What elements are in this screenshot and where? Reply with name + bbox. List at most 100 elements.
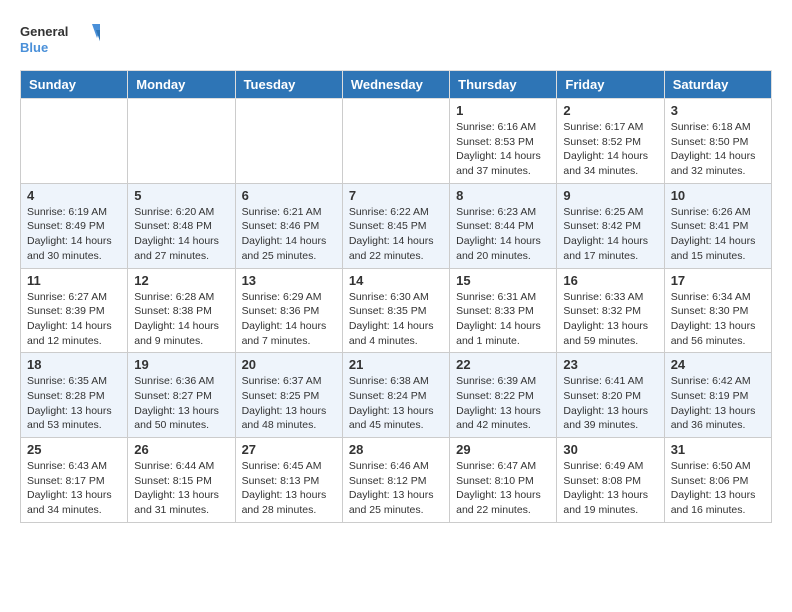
cell-date-number: 24 — [671, 357, 765, 372]
cell-info-text: Sunrise: 6:17 AMSunset: 8:52 PMDaylight:… — [563, 120, 657, 179]
logo-svg: General Blue — [20, 20, 100, 60]
cell-date-number: 27 — [242, 442, 336, 457]
weekday-header-wednesday: Wednesday — [342, 71, 449, 99]
cell-date-number: 10 — [671, 188, 765, 203]
calendar-cell: 19Sunrise: 6:36 AMSunset: 8:27 PMDayligh… — [128, 353, 235, 438]
svg-text:Blue: Blue — [20, 40, 48, 55]
cell-info-text: Sunrise: 6:28 AMSunset: 8:38 PMDaylight:… — [134, 290, 228, 349]
cell-info-text: Sunrise: 6:35 AMSunset: 8:28 PMDaylight:… — [27, 374, 121, 433]
calendar-cell: 17 Sunrise: 6:34 AMSunset: 8:30 PMDayligh… — [664, 268, 771, 353]
cell-info-text: Sunrise: 6:18 AMSunset: 8:50 PMDaylight:… — [671, 120, 765, 179]
cell-date-number: 18 — [27, 357, 121, 372]
calendar-cell: 22 Sunrise: 6:39 AMSunset: 8:22 PMDayligh… — [450, 353, 557, 438]
weekday-header-row: SundayMondayTuesdayWednesdayThursdayFrid… — [21, 71, 772, 99]
cell-info-text: Sunrise: 6:16 AMSunset: 8:53 PMDaylight:… — [456, 120, 550, 179]
weekday-header-friday: Friday — [557, 71, 664, 99]
calendar-week-row: 4 Sunrise: 6:19 AMSunset: 8:49 PMDaylight… — [21, 183, 772, 268]
cell-info-text: Sunrise: 6:19 AMSunset: 8:49 PMDaylight:… — [27, 205, 121, 264]
calendar-cell: 5 Sunrise: 6:20 AMSunset: 8:48 PMDaylight… — [128, 183, 235, 268]
cell-info-text: Sunrise: 6:33 AMSunset: 8:32 PMDaylight:… — [563, 290, 657, 349]
cell-date-number: 22 — [456, 357, 550, 372]
cell-info-text: Sunrise: 6:20 AMSunset: 8:48 PMDaylight:… — [134, 205, 228, 264]
cell-date-number: 5 — [134, 188, 228, 203]
cell-date-number: 8 — [456, 188, 550, 203]
calendar-cell — [21, 99, 128, 184]
cell-info-text: Sunrise: 6:25 AMSunset: 8:42 PMDaylight:… — [563, 205, 657, 264]
calendar-week-row: 25 Sunrise: 6:43 AMSunset: 8:17 PMDayligh… — [21, 438, 772, 523]
calendar-cell: 4 Sunrise: 6:19 AMSunset: 8:49 PMDaylight… — [21, 183, 128, 268]
calendar-week-row: 18 Sunrise: 6:35 AMSunset: 8:28 PMDayligh… — [21, 353, 772, 438]
cell-info-text: Sunrise: 6:50 AMSunset: 8:06 PMDaylight:… — [671, 459, 765, 518]
cell-date-number: 21 — [349, 357, 443, 372]
cell-info-text: Sunrise: 6:37 AMSunset: 8:25 PMDaylight:… — [242, 374, 336, 433]
cell-info-text: Sunrise: 6:26 AMSunset: 8:41 PMDaylight:… — [671, 205, 765, 264]
cell-info-text: Sunrise: 6:44 AMSunset: 8:15 PMDaylight:… — [134, 459, 228, 518]
cell-date-number: 9 — [563, 188, 657, 203]
calendar-cell: 26 Sunrise: 6:44 AMSunset: 8:15 PMDayligh… — [128, 438, 235, 523]
calendar-cell: 8 Sunrise: 6:23 AMSunset: 8:44 PMDaylight… — [450, 183, 557, 268]
weekday-header-tuesday: Tuesday — [235, 71, 342, 99]
cell-date-number: 23 — [563, 357, 657, 372]
cell-date-number: 29 — [456, 442, 550, 457]
cell-date-number: 12 — [134, 273, 228, 288]
calendar-cell: 29 Sunrise: 6:47 AMSunset: 8:10 PMDayligh… — [450, 438, 557, 523]
cell-date-number: 25 — [27, 442, 121, 457]
cell-info-text: Sunrise: 6:39 AMSunset: 8:22 PMDaylight:… — [456, 374, 550, 433]
cell-info-text: Sunrise: 6:46 AMSunset: 8:12 PMDaylight:… — [349, 459, 443, 518]
calendar-cell: 30 Sunrise: 6:49 AMSunset: 8:08 PMDayligh… — [557, 438, 664, 523]
cell-date-number: 11 — [27, 273, 121, 288]
calendar-cell: 9 Sunrise: 6:25 AMSunset: 8:42 PMDaylight… — [557, 183, 664, 268]
cell-info-text: Sunrise: 6:42 AMSunset: 8:19 PMDaylight:… — [671, 374, 765, 433]
cell-info-text: Sunrise: 6:23 AMSunset: 8:44 PMDaylight:… — [456, 205, 550, 264]
cell-date-number: 28 — [349, 442, 443, 457]
svg-text:General: General — [20, 24, 68, 39]
cell-info-text: Sunrise: 6:49 AMSunset: 8:08 PMDaylight:… — [563, 459, 657, 518]
page-header: General Blue — [20, 20, 772, 60]
cell-info-text: Sunrise: 6:30 AMSunset: 8:35 PMDaylight:… — [349, 290, 443, 349]
calendar-cell: 15 Sunrise: 6:31 AMSunset: 8:33 PMDayligh… — [450, 268, 557, 353]
calendar-cell: 7 Sunrise: 6:22 AMSunset: 8:45 PMDaylight… — [342, 183, 449, 268]
cell-date-number: 2 — [563, 103, 657, 118]
cell-info-text: Sunrise: 6:47 AMSunset: 8:10 PMDaylight:… — [456, 459, 550, 518]
logo: General Blue — [20, 20, 100, 60]
calendar-cell: 25 Sunrise: 6:43 AMSunset: 8:17 PMDayligh… — [21, 438, 128, 523]
calendar-cell: 16Sunrise: 6:33 AMSunset: 8:32 PMDayligh… — [557, 268, 664, 353]
weekday-header-sunday: Sunday — [21, 71, 128, 99]
cell-info-text: Sunrise: 6:27 AMSunset: 8:39 PMDaylight:… — [27, 290, 121, 349]
cell-info-text: Sunrise: 6:34 AMSunset: 8:30 PMDaylight:… — [671, 290, 765, 349]
calendar-cell: 6Sunrise: 6:21 AMSunset: 8:46 PMDaylight… — [235, 183, 342, 268]
calendar-week-row: 11 Sunrise: 6:27 AMSunset: 8:39 PMDayligh… — [21, 268, 772, 353]
calendar-cell: 11 Sunrise: 6:27 AMSunset: 8:39 PMDayligh… — [21, 268, 128, 353]
weekday-header-saturday: Saturday — [664, 71, 771, 99]
calendar-week-row: 1 Sunrise: 6:16 AMSunset: 8:53 PMDaylight… — [21, 99, 772, 184]
cell-date-number: 30 — [563, 442, 657, 457]
calendar-table: SundayMondayTuesdayWednesdayThursdayFrid… — [20, 70, 772, 523]
cell-date-number: 14 — [349, 273, 443, 288]
cell-date-number: 7 — [349, 188, 443, 203]
cell-date-number: 26 — [134, 442, 228, 457]
cell-date-number: 3 — [671, 103, 765, 118]
cell-info-text: Sunrise: 6:43 AMSunset: 8:17 PMDaylight:… — [27, 459, 121, 518]
cell-info-text: Sunrise: 6:29 AMSunset: 8:36 PMDaylight:… — [242, 290, 336, 349]
weekday-header-monday: Monday — [128, 71, 235, 99]
calendar-cell: 28 Sunrise: 6:46 AMSunset: 8:12 PMDayligh… — [342, 438, 449, 523]
cell-info-text: Sunrise: 6:41 AMSunset: 8:20 PMDaylight:… — [563, 374, 657, 433]
cell-date-number: 20 — [242, 357, 336, 372]
cell-info-text: Sunrise: 6:31 AMSunset: 8:33 PMDaylight:… — [456, 290, 550, 349]
calendar-cell: 2 Sunrise: 6:17 AMSunset: 8:52 PMDaylight… — [557, 99, 664, 184]
cell-date-number: 17 — [671, 273, 765, 288]
calendar-cell: 10 Sunrise: 6:26 AMSunset: 8:41 PMDayligh… — [664, 183, 771, 268]
calendar-cell: 21Sunrise: 6:38 AMSunset: 8:24 PMDayligh… — [342, 353, 449, 438]
calendar-cell: 27 Sunrise: 6:45 AMSunset: 8:13 PMDayligh… — [235, 438, 342, 523]
calendar-cell: 12 Sunrise: 6:28 AMSunset: 8:38 PMDayligh… — [128, 268, 235, 353]
cell-date-number: 13 — [242, 273, 336, 288]
calendar-cell: 24 Sunrise: 6:42 AMSunset: 8:19 PMDayligh… — [664, 353, 771, 438]
cell-info-text: Sunrise: 6:22 AMSunset: 8:45 PMDaylight:… — [349, 205, 443, 264]
calendar-cell: 14 Sunrise: 6:30 AMSunset: 8:35 PMDayligh… — [342, 268, 449, 353]
cell-date-number: 4 — [27, 188, 121, 203]
cell-date-number: 1 — [456, 103, 550, 118]
cell-info-text: Sunrise: 6:36 AMSunset: 8:27 PMDaylight:… — [134, 374, 228, 433]
cell-info-text: Sunrise: 6:45 AMSunset: 8:13 PMDaylight:… — [242, 459, 336, 518]
cell-date-number: 31 — [671, 442, 765, 457]
cell-date-number: 15 — [456, 273, 550, 288]
